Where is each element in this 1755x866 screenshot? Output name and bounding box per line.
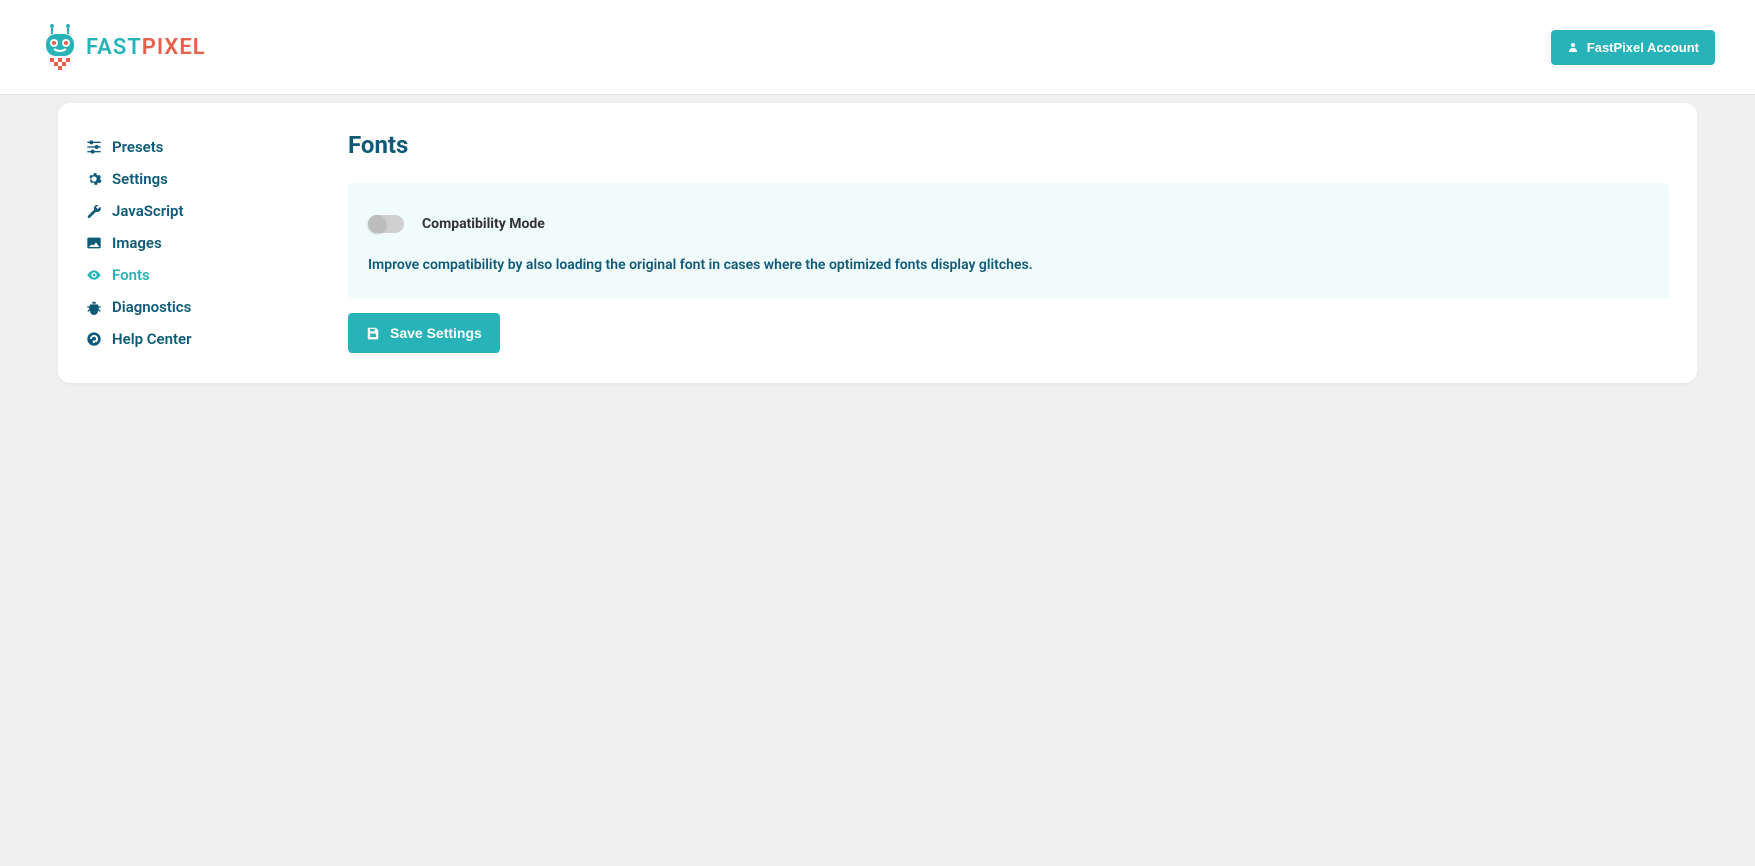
account-button-label: FastPixel Account [1587, 40, 1699, 55]
header: FASTPIXEL FastPixel Account [0, 0, 1755, 95]
sidebar-item-help-center[interactable]: Help Center [86, 323, 348, 355]
sidebar: Presets Settings JavaScript [86, 131, 348, 355]
sidebar-item-javascript[interactable]: JavaScript [86, 195, 348, 227]
sidebar-item-label: Settings [112, 170, 168, 188]
toggle-knob [368, 215, 386, 233]
sidebar-item-presets[interactable]: Presets [86, 131, 348, 163]
sidebar-item-label: Images [112, 234, 162, 252]
logo-icon [40, 22, 80, 72]
help-icon [86, 331, 102, 347]
sidebar-item-label: Fonts [112, 266, 150, 284]
sidebar-item-label: Help Center [112, 330, 192, 348]
content: Fonts Compatibility Mode Improve compati… [348, 131, 1669, 355]
gear-icon [86, 171, 102, 187]
logo-text: FASTPIXEL [86, 35, 206, 60]
setting-label: Compatibility Mode [422, 216, 545, 232]
wrench-icon [86, 203, 102, 219]
page-title: Fonts [348, 131, 1669, 159]
logo: FASTPIXEL [40, 22, 206, 72]
save-settings-button[interactable]: Save Settings [348, 313, 500, 353]
setting-box: Compatibility Mode Improve compatibility… [348, 183, 1669, 299]
sidebar-item-diagnostics[interactable]: Diagnostics [86, 291, 348, 323]
logo-text-pixel: PIXEL [142, 35, 206, 60]
account-button[interactable]: FastPixel Account [1551, 30, 1715, 65]
sidebar-item-settings[interactable]: Settings [86, 163, 348, 195]
main-wrapper: Presets Settings JavaScript [0, 95, 1755, 391]
setting-row: Compatibility Mode [368, 215, 1649, 233]
save-button-label: Save Settings [390, 325, 482, 341]
logo-text-fast: FAST [86, 35, 142, 60]
sidebar-item-fonts[interactable]: Fonts [86, 259, 348, 291]
setting-description: Improve compatibility by also loading th… [368, 257, 1649, 273]
compatibility-mode-toggle[interactable] [368, 215, 404, 233]
sidebar-item-label: Presets [112, 138, 164, 156]
save-icon [366, 326, 380, 340]
card: Presets Settings JavaScript [58, 103, 1697, 383]
sidebar-item-label: Diagnostics [112, 298, 191, 316]
bug-icon [86, 299, 102, 315]
user-icon [1567, 41, 1579, 53]
sidebar-item-label: JavaScript [112, 202, 184, 220]
eye-icon [86, 267, 102, 283]
image-icon [86, 235, 102, 251]
sidebar-item-images[interactable]: Images [86, 227, 348, 259]
sliders-icon [86, 139, 102, 155]
